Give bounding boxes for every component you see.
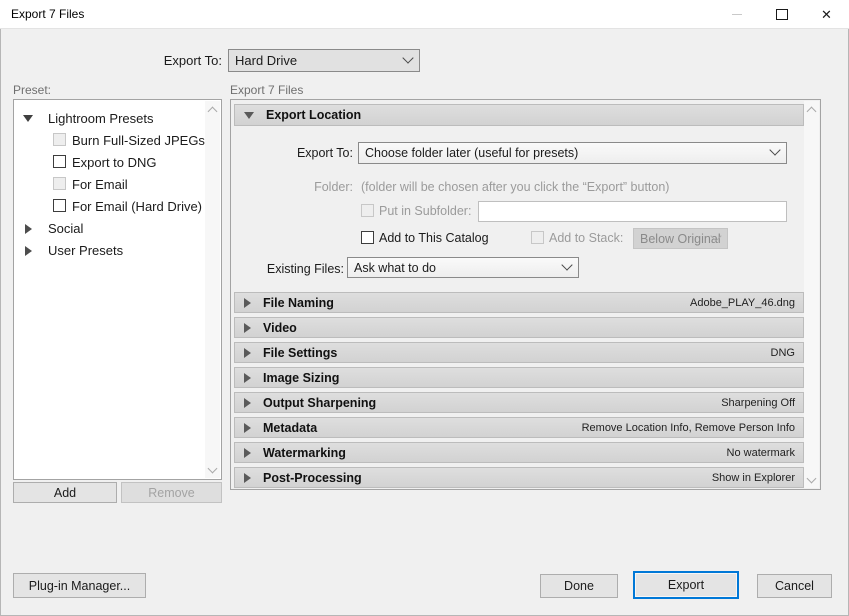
export-button[interactable]: Export <box>633 571 739 599</box>
burn-full-sized-jpegs-checkbox <box>53 133 66 146</box>
preset-scrollbar[interactable] <box>205 101 220 478</box>
section-file-naming[interactable]: File Naming Adobe_PLAY_46.dng <box>234 292 804 313</box>
close-button[interactable]: ✕ <box>804 0 849 28</box>
existing-files-value: Ask what to do <box>354 261 436 275</box>
maximize-icon <box>776 9 788 20</box>
section-video[interactable]: Video <box>234 317 804 338</box>
minimize-icon <box>732 14 742 15</box>
minimize-button <box>714 0 759 28</box>
tree-item-label[interactable]: Burn Full-Sized JPEGs <box>72 133 205 148</box>
export-dialog: { "window": { "title": "Export 7 Files" … <box>0 0 849 616</box>
section-summary: Show in Explorer <box>712 472 795 484</box>
section-summary: No watermark <box>727 447 795 459</box>
expand-triangle-icon[interactable] <box>25 246 32 256</box>
chevron-down-icon <box>771 148 779 154</box>
chevron-down-icon <box>563 263 571 269</box>
expand-triangle-icon <box>244 448 251 458</box>
existing-files-label: Existing Files: <box>262 262 344 276</box>
chevron-down-icon <box>404 56 412 62</box>
export-to-select[interactable]: Hard Drive <box>228 49 420 72</box>
cancel-button[interactable]: Cancel <box>757 574 832 598</box>
add-to-stack-select: Below Original <box>633 228 728 249</box>
tree-item-label[interactable]: For Email (Hard Drive) <box>72 199 202 214</box>
maximize-button[interactable] <box>759 0 804 28</box>
section-summary: Adobe_PLAY_46.dng <box>690 297 795 309</box>
expand-triangle-icon <box>244 473 251 483</box>
tree-item-label[interactable]: Export to DNG <box>72 155 157 170</box>
section-title: Video <box>263 321 297 335</box>
expand-triangle-icon <box>244 423 251 433</box>
section-summary: DNG <box>771 347 795 359</box>
add-to-catalog-checkbox[interactable] <box>361 231 374 244</box>
chevron-down-icon <box>712 234 720 240</box>
close-icon: ✕ <box>821 8 832 21</box>
section-title: Watermarking <box>263 446 346 460</box>
section-title: Output Sharpening <box>263 396 376 410</box>
section-title: Export Location <box>266 108 361 122</box>
options-scrollbar[interactable] <box>804 101 819 488</box>
collapse-triangle-icon <box>244 112 254 119</box>
scroll-down-arrow[interactable] <box>205 462 220 477</box>
add-to-stack-label: Add to Stack: <box>549 231 623 245</box>
subfolder-input[interactable] <box>478 201 787 222</box>
expand-triangle-icon[interactable] <box>25 224 32 234</box>
section-export-location[interactable]: Export Location <box>234 104 804 126</box>
preset-caption: Preset: <box>13 83 51 97</box>
section-title: Metadata <box>263 421 317 435</box>
tree-item-label[interactable]: Social <box>48 221 83 236</box>
done-button[interactable]: Done <box>540 574 618 598</box>
expand-triangle-icon <box>244 348 251 358</box>
scroll-down-arrow[interactable] <box>804 472 819 487</box>
section-watermarking[interactable]: Watermarking No watermark <box>234 442 804 463</box>
expand-triangle-icon <box>244 398 251 408</box>
export-to-label: Export To: <box>100 53 222 68</box>
for-email-checkbox <box>53 177 66 190</box>
tree-item-label[interactable]: User Presets <box>48 243 123 258</box>
add-to-stack-checkbox <box>531 231 544 244</box>
add-button[interactable]: Add <box>13 482 117 503</box>
section-title: Image Sizing <box>263 371 339 385</box>
expand-triangle-icon <box>244 373 251 383</box>
section-output-sharpening[interactable]: Output Sharpening Sharpening Off <box>234 392 804 413</box>
put-in-subfolder-checkbox <box>361 204 374 217</box>
add-to-stack-value: Below Original <box>640 232 721 246</box>
remove-button: Remove <box>121 482 222 503</box>
section-post-processing[interactable]: Post-Processing Show in Explorer <box>234 467 804 488</box>
scroll-up-arrow[interactable] <box>804 102 819 117</box>
section-image-sizing[interactable]: Image Sizing <box>234 367 804 388</box>
folder-note: (folder will be chosen after you click t… <box>361 180 669 194</box>
section-summary: Remove Location Info, Remove Person Info <box>582 422 795 434</box>
tree-item-label[interactable]: For Email <box>72 177 128 192</box>
export-to-value: Hard Drive <box>235 53 297 68</box>
plugin-manager-button[interactable]: Plug-in Manager... <box>13 573 146 598</box>
section-title: Post-Processing <box>263 471 362 485</box>
section-title: File Settings <box>263 346 337 360</box>
section-summary: Sharpening Off <box>721 397 795 409</box>
scroll-up-arrow[interactable] <box>205 102 220 117</box>
window-title: Export 7 Files <box>11 0 84 28</box>
expand-triangle-icon <box>244 298 251 308</box>
put-in-subfolder-label: Put in Subfolder: <box>379 204 471 218</box>
collapse-triangle-icon[interactable] <box>23 115 33 122</box>
expand-triangle-icon <box>244 323 251 333</box>
section-title: File Naming <box>263 296 334 310</box>
export-options-panel: Export Location Export To: Choose folder… <box>230 99 821 490</box>
for-email-hard-drive-checkbox[interactable] <box>53 199 66 212</box>
title-bar: Export 7 Files ✕ <box>0 0 849 29</box>
section-metadata[interactable]: Metadata Remove Location Info, Remove Pe… <box>234 417 804 438</box>
add-to-catalog-label: Add to This Catalog <box>379 231 489 245</box>
location-export-to-label: Export To: <box>271 146 353 160</box>
location-export-to-value: Choose folder later (useful for presets) <box>365 146 578 160</box>
section-file-settings[interactable]: File Settings DNG <box>234 342 804 363</box>
existing-files-select[interactable]: Ask what to do <box>347 257 579 278</box>
preset-tree: Lightroom Presets Burn Full-Sized JPEGs … <box>13 99 222 480</box>
main-panel-caption: Export 7 Files <box>230 83 303 97</box>
folder-label: Folder: <box>271 180 353 194</box>
export-to-dng-checkbox[interactable] <box>53 155 66 168</box>
tree-item-label[interactable]: Lightroom Presets <box>48 111 154 126</box>
location-export-to-select[interactable]: Choose folder later (useful for presets) <box>358 142 787 164</box>
